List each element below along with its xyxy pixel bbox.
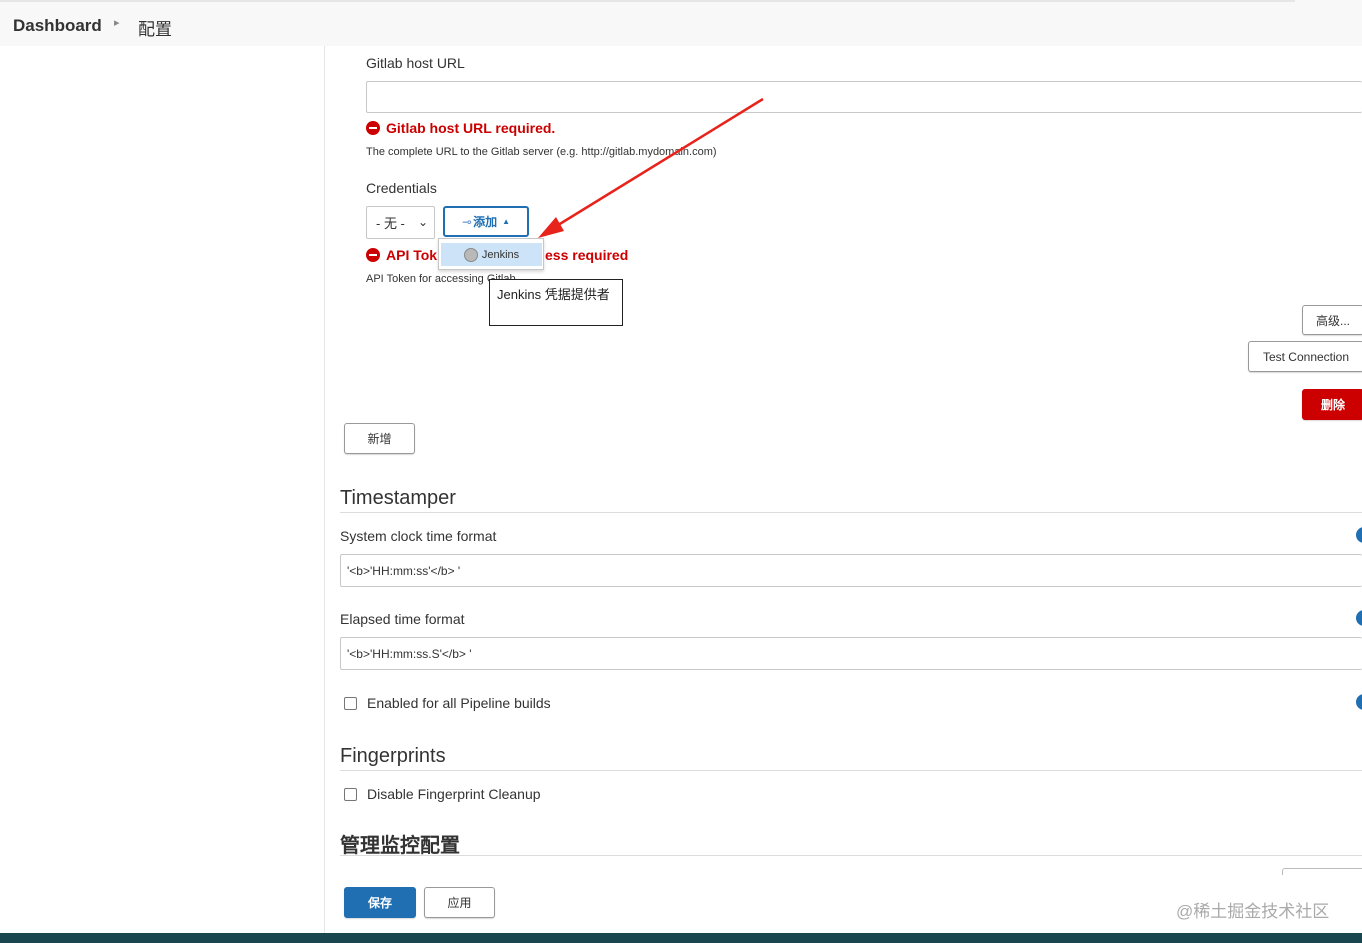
fingerprint-cleanup-checkbox[interactable] <box>344 788 357 801</box>
add-credentials-label: 添加 <box>473 215 498 229</box>
hidden-button-edge <box>1282 868 1362 875</box>
watermark: @稀土掘金技术社区 <box>1176 902 1330 921</box>
jenkins-icon <box>463 247 478 262</box>
chevron-down-icon: ⌄ <box>417 215 428 229</box>
footer-bar <box>0 933 1362 943</box>
fingerprints-title: Fingerprints <box>340 745 446 767</box>
api-token-error: API Tok <box>366 247 437 263</box>
credentials-label: Credentials <box>366 180 437 196</box>
gitlab-host-label: Gitlab host URL <box>366 55 465 71</box>
add-credentials-menu: Jenkins <box>438 238 544 270</box>
timestamper-divider <box>340 512 1362 513</box>
error-icon <box>366 248 380 262</box>
fingerprint-cleanup-label: Disable Fingerprint Cleanup <box>367 786 541 802</box>
monitor-config-divider <box>340 855 1362 856</box>
pipeline-builds-label: Enabled for all Pipeline builds <box>367 695 551 711</box>
gitlab-host-input[interactable] <box>366 81 1362 113</box>
delete-button[interactable]: 删除 <box>1302 389 1362 420</box>
error-icon <box>366 121 380 135</box>
elapsed-format-label: Elapsed time format <box>340 611 465 627</box>
breadcrumb-dashboard-link[interactable]: Dashboard <box>13 16 102 36</box>
breadcrumb <box>0 0 1362 46</box>
help-icon[interactable] <box>1356 610 1362 626</box>
clock-format-label: System clock time format <box>340 528 497 544</box>
test-connection-button[interactable]: Test Connection <box>1248 341 1362 372</box>
add-credentials-button[interactable]: ⊸ 添加 ▲ <box>443 206 529 237</box>
key-icon: ⊸ <box>462 214 473 229</box>
breadcrumb-separator-icon: ▸ <box>114 17 120 29</box>
menu-item-jenkins[interactable]: Jenkins <box>441 243 542 266</box>
advanced-button[interactable]: 高级... <box>1302 305 1362 335</box>
clock-format-input[interactable] <box>340 554 1362 587</box>
help-icon[interactable] <box>1356 527 1362 543</box>
add-gitlab-connection-button[interactable]: 新增 <box>344 423 415 454</box>
api-token-error-suffix: ess required <box>545 247 629 263</box>
side-panel-divider <box>324 46 325 933</box>
breadcrumb-current: 配置 <box>138 20 172 39</box>
top-divider <box>0 0 1295 2</box>
caret-up-icon: ▲ <box>502 217 510 226</box>
api-token-error-prefix: API Tok <box>386 247 438 263</box>
credentials-select-value: - 无 - <box>376 216 405 231</box>
timestamper-title: Timestamper <box>340 487 456 509</box>
tooltip: Jenkins 凭据提供者 <box>489 279 623 326</box>
pipeline-builds-checkbox[interactable] <box>344 697 357 710</box>
monitor-config-title: 管理监控配置 <box>340 835 460 857</box>
apply-button[interactable]: 应用 <box>424 887 495 918</box>
help-icon[interactable] <box>1356 694 1362 710</box>
menu-item-jenkins-label: Jenkins <box>481 248 520 261</box>
elapsed-format-input[interactable] <box>340 637 1362 670</box>
save-button[interactable]: 保存 <box>344 887 416 918</box>
credentials-select[interactable]: - 无 - ⌄ <box>366 206 435 239</box>
annotation-arrow-icon <box>538 97 764 238</box>
gitlab-host-error: Gitlab host URL required. <box>366 120 555 136</box>
fingerprints-divider <box>340 770 1362 771</box>
